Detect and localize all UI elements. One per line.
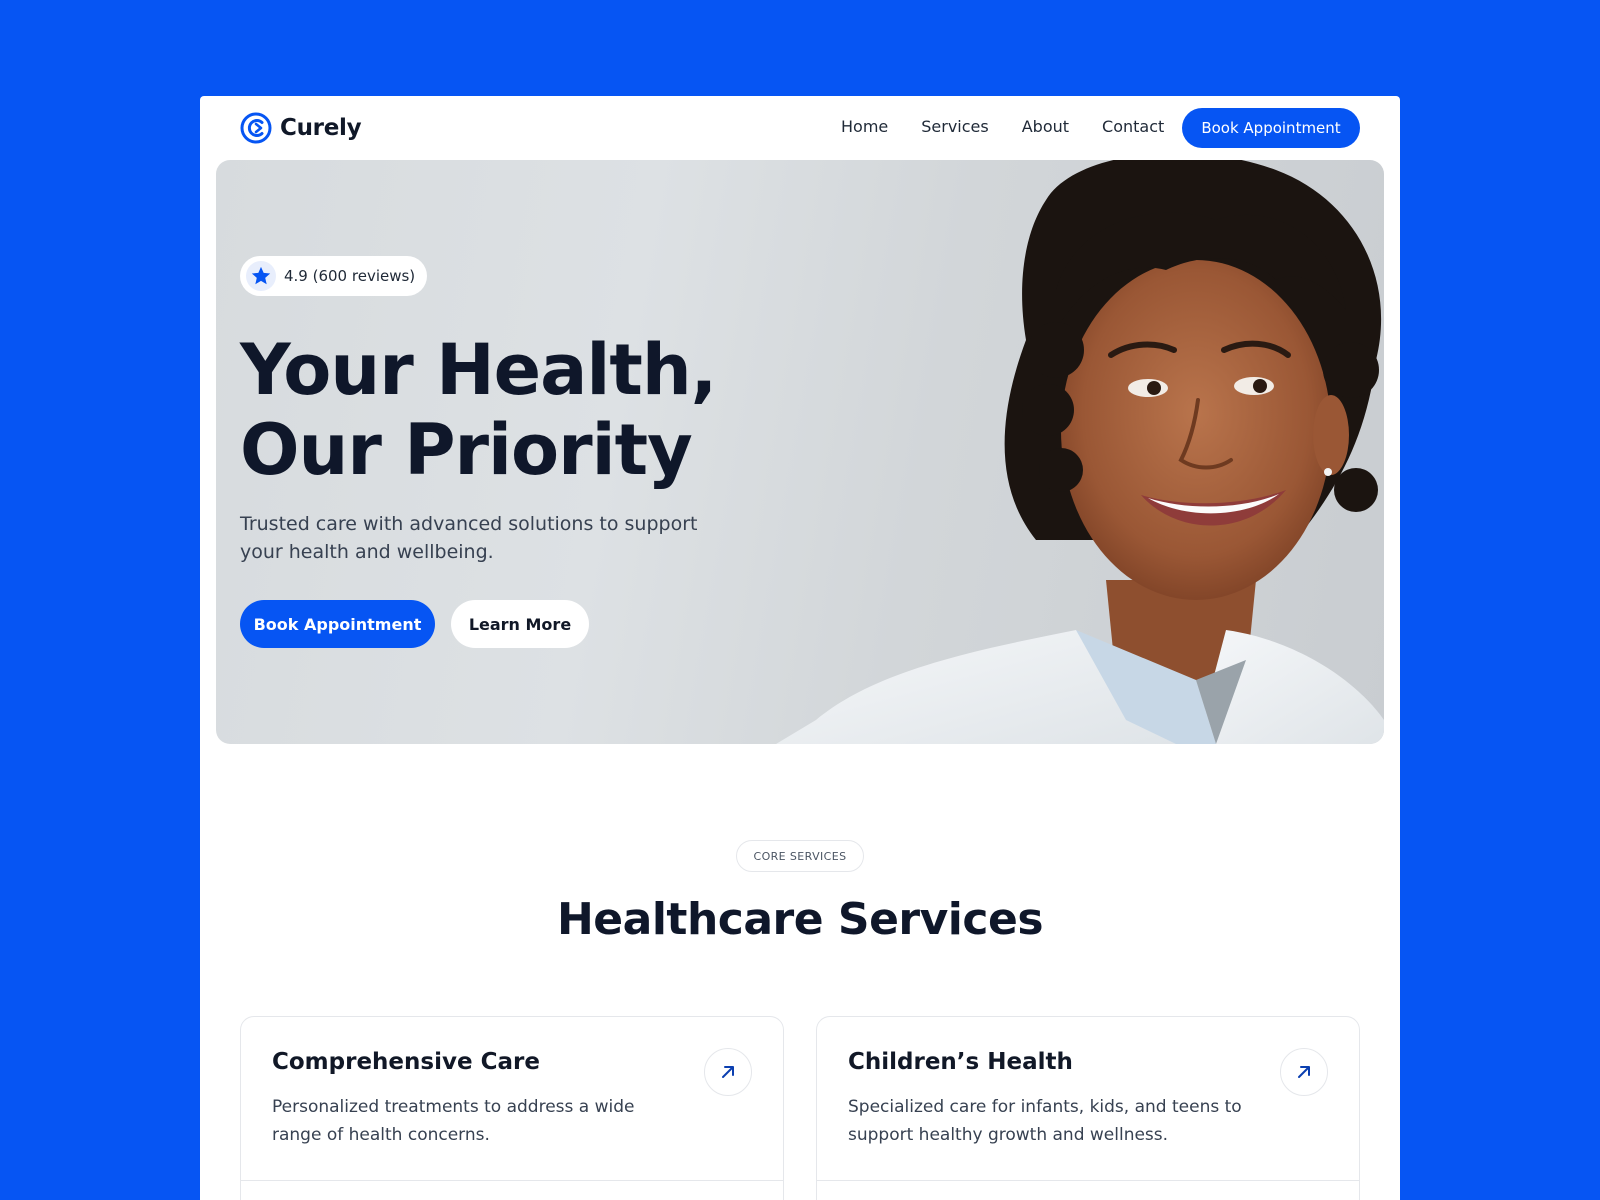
hero-subtitle: Trusted care with advanced solutions to …: [240, 513, 698, 563]
nav-links: Home Services About Contact: [841, 117, 1164, 136]
smiling-doctor-portrait: [776, 160, 1384, 744]
brand-name: Curely: [280, 115, 362, 141]
nav-book-appointment-button[interactable]: Book Appointment: [1182, 108, 1360, 148]
rating-text: 4.9 (600 reviews): [284, 267, 416, 285]
page-container: Curely Home Services About Contact Book …: [200, 96, 1400, 1200]
curely-logo-icon: [240, 112, 272, 144]
nav-link-about[interactable]: About: [1022, 117, 1069, 136]
arrow-up-right-icon[interactable]: [704, 1048, 752, 1096]
service-card-description: Personalized treatments to address a wid…: [272, 1097, 635, 1145]
hero-title-line-1: Your Health,: [240, 329, 717, 411]
hero-book-appointment-button[interactable]: Book Appointment: [240, 600, 435, 648]
nav-link-contact[interactable]: Contact: [1102, 117, 1164, 136]
hero-title: Your Health, Our Priority: [240, 330, 860, 490]
nav-link-home[interactable]: Home: [841, 117, 888, 136]
card-divider: [817, 1180, 1359, 1181]
section-title: Healthcare Services: [556, 894, 1044, 945]
section-eyebrow: CORE SERVICES: [736, 840, 864, 872]
nav-link-services[interactable]: Services: [921, 117, 988, 136]
service-card-childrens-health[interactable]: Children’s Health Specialized care for i…: [816, 1016, 1360, 1200]
learn-more-button[interactable]: Learn More: [451, 600, 589, 648]
service-card-title: Children’s Health: [848, 1049, 1073, 1075]
rating-badge: 4.9 (600 reviews): [240, 256, 428, 296]
hero-section: 4.9 (600 reviews) Your Health, Our Prior…: [216, 160, 1384, 744]
service-card-description: Specialized care for infants, kids, and …: [848, 1097, 1242, 1145]
hero-title-line-2: Our Priority: [240, 409, 693, 491]
star-icon: [246, 261, 276, 291]
service-card-comprehensive-care[interactable]: Comprehensive Care Personalized treatmen…: [240, 1016, 784, 1200]
arrow-up-right-icon[interactable]: [1280, 1048, 1328, 1096]
logo[interactable]: Curely: [240, 112, 362, 144]
service-card-title: Comprehensive Care: [272, 1049, 540, 1075]
card-divider: [241, 1180, 783, 1181]
top-navigation: Curely Home Services About Contact Book …: [200, 96, 1400, 160]
